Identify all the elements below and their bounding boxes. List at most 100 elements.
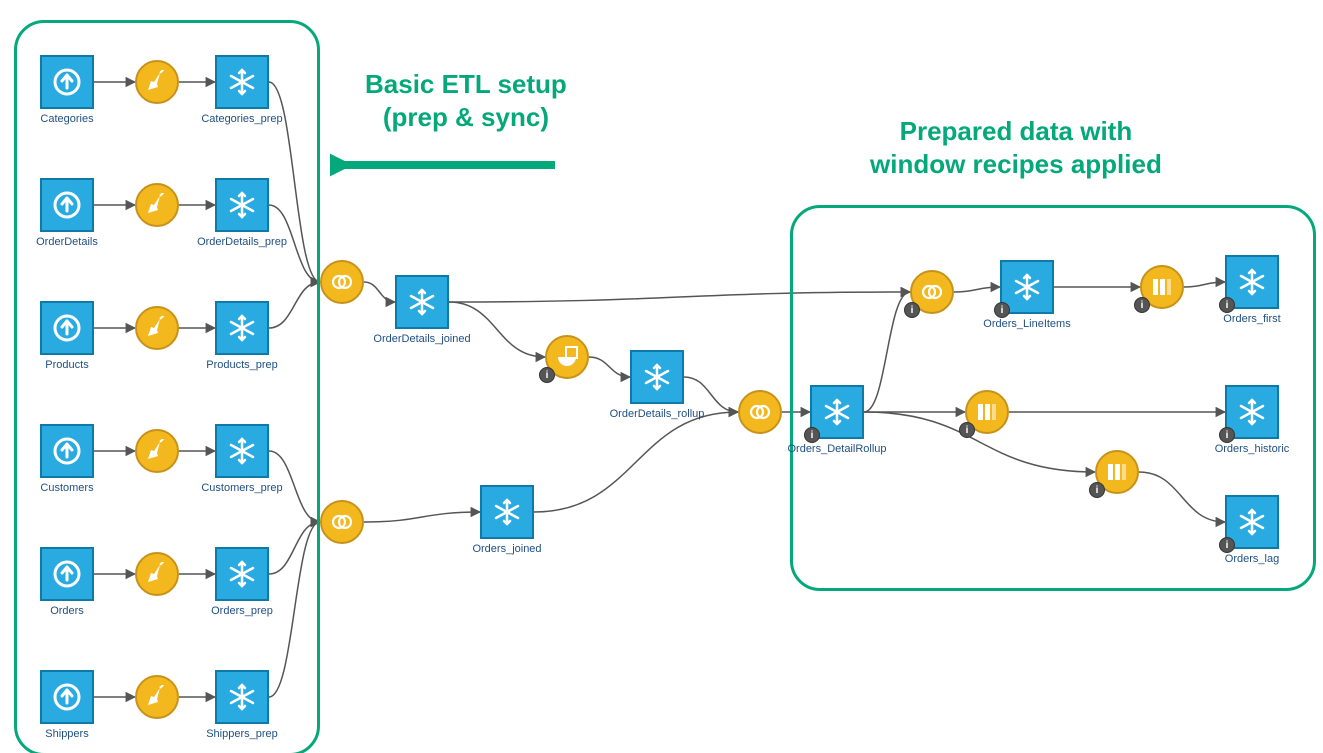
- node-label: Products: [45, 359, 88, 371]
- source-icon[interactable]: [40, 547, 94, 601]
- node-label: Customers_prep: [201, 482, 282, 494]
- info-badge-icon[interactable]: i: [1219, 427, 1235, 443]
- node-label: Products_prep: [206, 359, 278, 371]
- recipe-join_lineitems[interactable]: i: [910, 270, 954, 314]
- node-label: Shippers_prep: [206, 728, 278, 740]
- node-label: Orders_DetailRollup: [787, 443, 886, 455]
- etl-arrow-icon: [330, 150, 560, 180]
- snowflake-icon[interactable]: [215, 424, 269, 478]
- dataset-ds_customers_p[interactable]: Customers_prep: [215, 424, 269, 478]
- connector: [684, 377, 738, 412]
- annotation-line: Basic ETL setup: [365, 69, 567, 99]
- dataset-src_orderdetails[interactable]: OrderDetails: [40, 178, 94, 232]
- dataset-ds_lag[interactable]: Orders_lagi: [1225, 495, 1279, 549]
- connector: [364, 512, 480, 522]
- join-icon[interactable]: [320, 500, 364, 544]
- snowflake-icon[interactable]: [215, 670, 269, 724]
- annotation-line: Prepared data with: [900, 116, 1133, 146]
- recipe-join_rollup[interactable]: [738, 390, 782, 434]
- dataset-ds_orders_joined[interactable]: Orders_joined: [480, 485, 534, 539]
- recipe-join_od[interactable]: [320, 260, 364, 304]
- node-label: Orders_prep: [211, 605, 273, 617]
- recipe-prep_products[interactable]: [135, 306, 179, 350]
- info-badge-icon[interactable]: i: [1219, 537, 1235, 553]
- dataset-ds_historic[interactable]: Orders_historici: [1225, 385, 1279, 439]
- dataset-ds_detailrollup[interactable]: Orders_DetailRollupi: [810, 385, 864, 439]
- dataset-ds_od_rollup[interactable]: OrderDetails_rollup: [630, 350, 684, 404]
- dataset-src_shippers[interactable]: Shippers: [40, 670, 94, 724]
- etl-annotation-text: Basic ETL setup(prep & sync): [365, 68, 567, 133]
- node-label: OrderDetails_prep: [197, 236, 287, 248]
- node-label: Orders_joined: [472, 543, 541, 555]
- connector: [364, 282, 395, 302]
- recipe-group_od[interactable]: i: [545, 335, 589, 379]
- annotation-line: window recipes applied: [870, 149, 1162, 179]
- dataset-ds_shippers_p[interactable]: Shippers_prep: [215, 670, 269, 724]
- info-badge-icon[interactable]: i: [1219, 297, 1235, 313]
- join-icon[interactable]: [320, 260, 364, 304]
- etl-annotation-box: [14, 20, 320, 753]
- snowflake-icon[interactable]: [215, 55, 269, 109]
- recipe-win_lag[interactable]: i: [1095, 450, 1139, 494]
- prepared-annotation-text: Prepared data withwindow recipes applied: [870, 115, 1162, 180]
- node-label: Categories: [40, 113, 93, 125]
- snowflake-icon[interactable]: [215, 547, 269, 601]
- node-label: Shippers: [45, 728, 88, 740]
- snowflake-icon[interactable]: [395, 275, 449, 329]
- recipe-prep_categories[interactable]: [135, 60, 179, 104]
- connector: [589, 357, 630, 377]
- snowflake-icon[interactable]: [480, 485, 534, 539]
- recipe-prep_orderdetails[interactable]: [135, 183, 179, 227]
- info-badge-icon[interactable]: i: [1089, 482, 1105, 498]
- node-label: Orders_lag: [1225, 553, 1279, 565]
- connector: [449, 302, 545, 357]
- source-icon[interactable]: [40, 670, 94, 724]
- dataset-ds_first[interactable]: Orders_firsti: [1225, 255, 1279, 309]
- recipe-prep_customers[interactable]: [135, 429, 179, 473]
- broom-icon[interactable]: [135, 183, 179, 227]
- broom-icon[interactable]: [135, 60, 179, 104]
- dataset-ds_orderdetails_p[interactable]: OrderDetails_prep: [215, 178, 269, 232]
- source-icon[interactable]: [40, 178, 94, 232]
- snowflake-icon[interactable]: [215, 178, 269, 232]
- dataset-ds_categories_p[interactable]: Categories_prep: [215, 55, 269, 109]
- node-label: Orders: [50, 605, 84, 617]
- source-icon[interactable]: [40, 424, 94, 478]
- source-icon[interactable]: [40, 301, 94, 355]
- info-badge-icon[interactable]: i: [539, 367, 555, 383]
- dataset-src_customers[interactable]: Customers: [40, 424, 94, 478]
- info-badge-icon[interactable]: i: [1134, 297, 1150, 313]
- recipe-join_orders[interactable]: [320, 500, 364, 544]
- broom-icon[interactable]: [135, 306, 179, 350]
- annotation-line: (prep & sync): [383, 102, 549, 132]
- snowflake-icon[interactable]: [215, 301, 269, 355]
- dataset-ds_lineitems[interactable]: Orders_LineItemsi: [1000, 260, 1054, 314]
- flow-canvas[interactable]: { "annotations": { "etl_box": {"x":14,"y…: [0, 0, 1323, 753]
- dataset-ds_od_joined[interactable]: OrderDetails_joined: [395, 275, 449, 329]
- node-label: Orders_LineItems: [983, 318, 1070, 330]
- node-label: Orders_historic: [1215, 443, 1290, 455]
- broom-icon[interactable]: [135, 429, 179, 473]
- info-badge-icon[interactable]: i: [904, 302, 920, 318]
- recipe-prep_orders[interactable]: [135, 552, 179, 596]
- dataset-src_orders[interactable]: Orders: [40, 547, 94, 601]
- dataset-ds_orders_p[interactable]: Orders_prep: [215, 547, 269, 601]
- dataset-src_categories[interactable]: Categories: [40, 55, 94, 109]
- node-label: Orders_first: [1223, 313, 1280, 325]
- broom-icon[interactable]: [135, 675, 179, 719]
- recipe-prep_shippers[interactable]: [135, 675, 179, 719]
- info-badge-icon[interactable]: i: [959, 422, 975, 438]
- snowflake-icon[interactable]: [630, 350, 684, 404]
- dataset-src_products[interactable]: Products: [40, 301, 94, 355]
- node-label: OrderDetails: [36, 236, 98, 248]
- info-badge-icon[interactable]: i: [994, 302, 1010, 318]
- join-icon[interactable]: [738, 390, 782, 434]
- dataset-ds_products_p[interactable]: Products_prep: [215, 301, 269, 355]
- node-label: Customers: [40, 482, 93, 494]
- broom-icon[interactable]: [135, 552, 179, 596]
- recipe-win_first[interactable]: i: [1140, 265, 1184, 309]
- node-label: Categories_prep: [201, 113, 282, 125]
- info-badge-icon[interactable]: i: [804, 427, 820, 443]
- source-icon[interactable]: [40, 55, 94, 109]
- recipe-win_historic[interactable]: i: [965, 390, 1009, 434]
